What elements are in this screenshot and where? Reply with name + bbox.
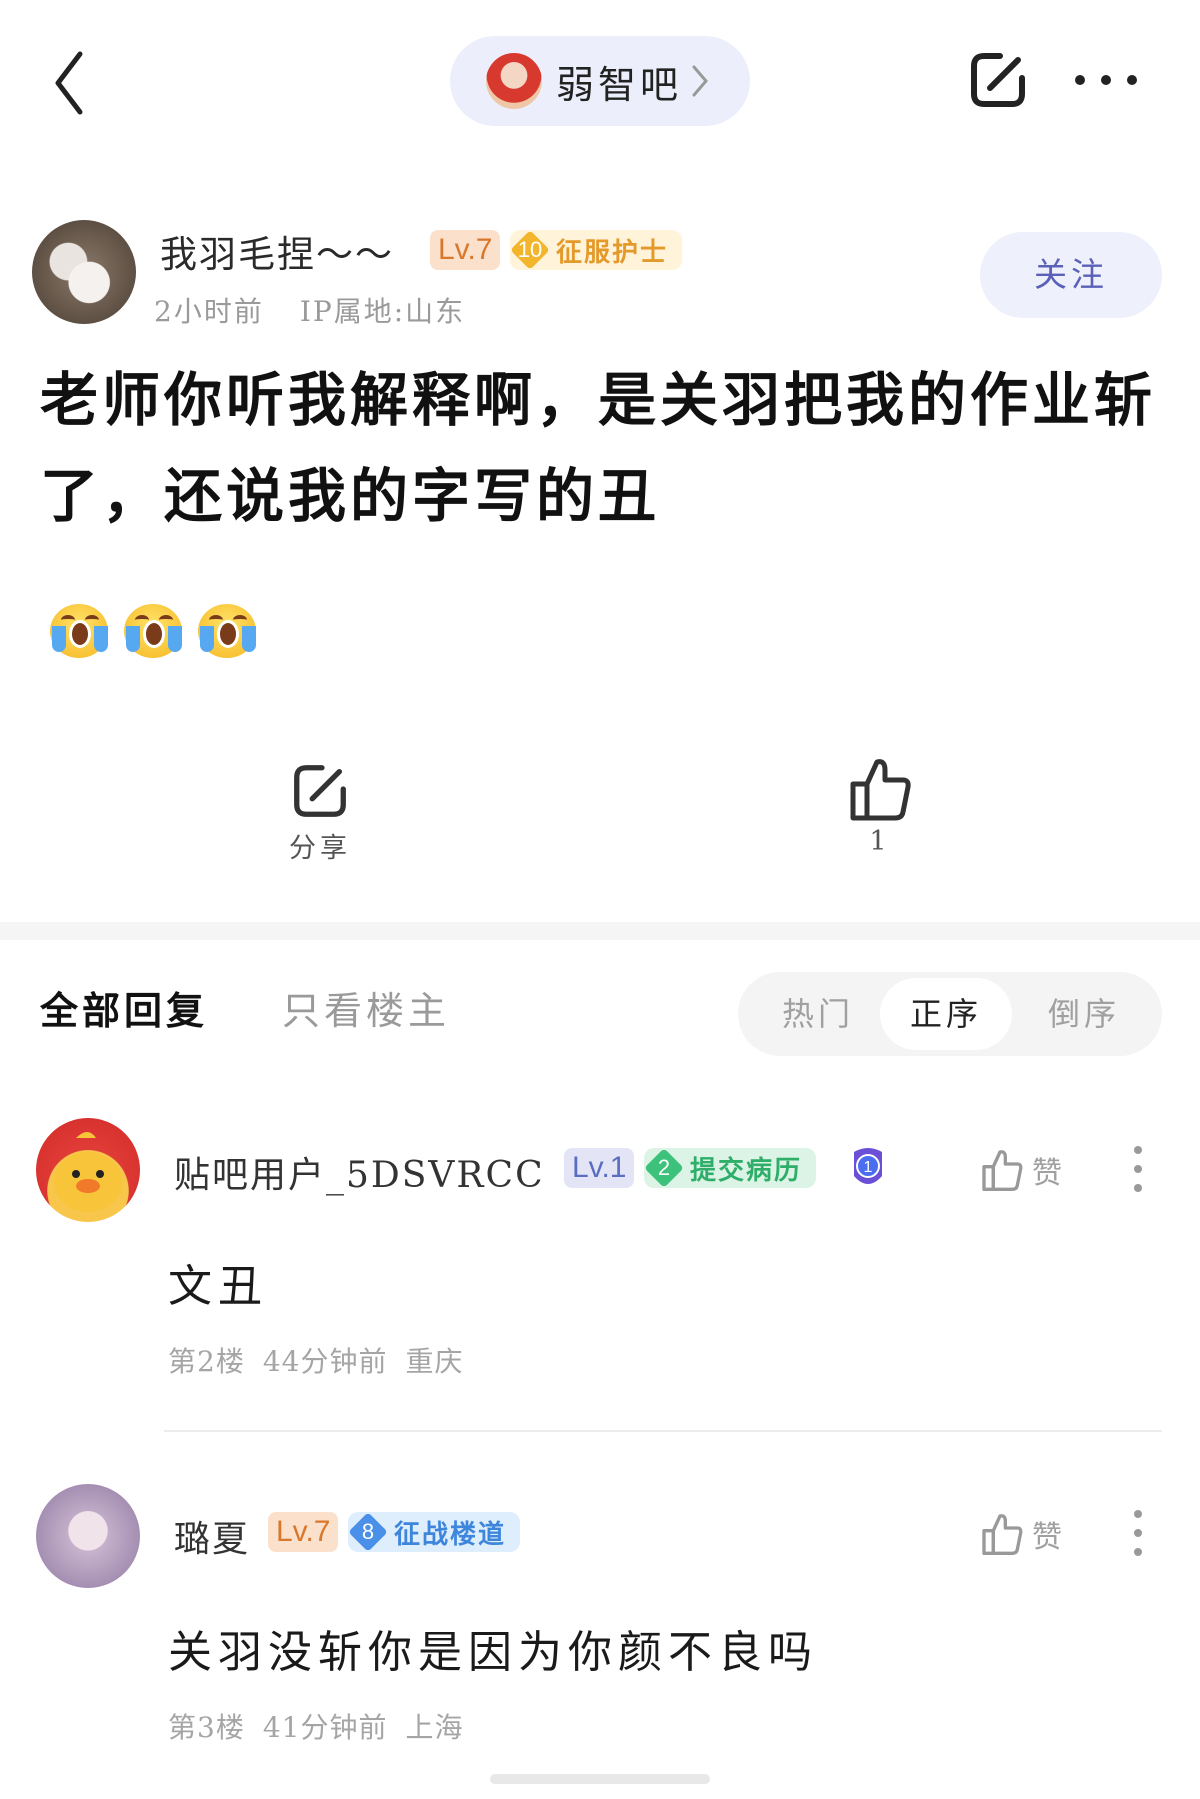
like-label: 赞 xyxy=(1032,1520,1062,1555)
reply-avatar[interactable] xyxy=(36,1118,140,1222)
reply-more-button[interactable] xyxy=(1128,1508,1148,1558)
crying-face-icon xyxy=(198,600,258,660)
author-name[interactable]: 我羽毛捏～～ xyxy=(160,224,394,278)
duck-avatar-icon xyxy=(54,1132,122,1212)
sort-hot[interactable]: 热门 xyxy=(758,972,878,1056)
thumbs-up-icon xyxy=(982,1150,1023,1191)
crying-face-icon xyxy=(124,600,184,660)
thumbs-up-icon xyxy=(850,759,911,821)
share-icon xyxy=(294,765,346,817)
like-button[interactable]: 1 xyxy=(820,756,940,876)
reply-like-button[interactable]: 赞 xyxy=(980,1140,1090,1200)
share-button[interactable]: 分享 xyxy=(260,760,380,880)
reply-username[interactable]: 贴吧用户_5DSVRCC xyxy=(174,1146,545,1198)
sort-ascending[interactable]: 正序 xyxy=(880,978,1012,1050)
author-avatar[interactable] xyxy=(32,220,136,324)
honor-badge: 10 征服护士 xyxy=(510,230,683,270)
tab-op-only[interactable]: 只看楼主 xyxy=(282,980,450,1035)
reply-text: 关羽没斩你是因为你颜不良吗 xyxy=(168,1627,818,1678)
reply-text: 文丑 xyxy=(168,1261,268,1312)
badge-title: 征服护士 xyxy=(556,237,669,268)
emoji-row xyxy=(50,600,258,660)
chevron-right-icon xyxy=(692,65,708,97)
thumbs-up-icon xyxy=(982,1514,1023,1555)
post-title: 老师你听我解释啊，是关羽把我的作业斩了，还说我的字写的丑 xyxy=(40,366,1157,530)
reply-username[interactable]: 璐夏 xyxy=(174,1510,250,1562)
reply-meta: 第3楼 41分钟前 上海 xyxy=(168,1706,463,1746)
level-badge: Lv.7 xyxy=(430,230,501,270)
tab-all-replies[interactable]: 全部回复 xyxy=(40,980,208,1035)
forum-avatar xyxy=(486,53,542,109)
level-badge: Lv.1 xyxy=(564,1148,635,1188)
badge-title: 征战楼道 xyxy=(394,1519,507,1550)
svg-text:1: 1 xyxy=(864,1159,873,1176)
more-horizontal-icon xyxy=(1075,75,1137,85)
share-icon-button[interactable] xyxy=(966,48,1030,112)
badge-title: 提交病历 xyxy=(690,1155,803,1186)
section-divider xyxy=(0,922,1200,940)
badge-diamond-icon: 2 xyxy=(644,1148,684,1188)
more-vertical-icon xyxy=(1134,1146,1142,1192)
forum-link[interactable]: 弱智吧 xyxy=(450,36,750,126)
reply-divider xyxy=(164,1430,1162,1432)
post-meta: 2小时前 IP属地:山东 xyxy=(154,290,465,330)
honor-badge: 2 提交病历 xyxy=(644,1148,817,1188)
sort-toggle: 热门 正序 倒序 xyxy=(738,972,1162,1056)
reply-location: 上海 xyxy=(405,1711,464,1744)
home-indicator xyxy=(490,1774,710,1784)
follow-button[interactable]: 关注 xyxy=(980,232,1162,318)
honor-badge: 8 征战楼道 xyxy=(348,1512,521,1552)
more-vertical-icon xyxy=(1134,1510,1142,1556)
reply-time: 41分钟前 xyxy=(262,1711,388,1744)
post-time: 2小时前 xyxy=(154,295,264,328)
medal-icon: 1 xyxy=(848,1146,888,1192)
reply-time: 44分钟前 xyxy=(262,1345,388,1378)
more-options-button[interactable] xyxy=(1072,60,1140,100)
chevron-left-icon xyxy=(55,51,83,115)
back-button[interactable] xyxy=(50,48,90,118)
share-label: 分享 xyxy=(289,833,351,864)
share-icon xyxy=(971,53,1025,107)
badge-diamond-icon: 10 xyxy=(510,230,550,270)
like-label: 赞 xyxy=(1032,1156,1062,1191)
crying-face-icon xyxy=(50,600,110,660)
floor-number: 第2楼 xyxy=(168,1345,245,1378)
floor-number: 第3楼 xyxy=(168,1711,245,1744)
level-badge: Lv.7 xyxy=(268,1512,339,1552)
ip-location: IP属地:山东 xyxy=(299,295,466,328)
reply-avatar[interactable] xyxy=(36,1484,140,1588)
reply-meta: 第2楼 44分钟前 重庆 xyxy=(168,1340,463,1380)
reply-location: 重庆 xyxy=(405,1345,464,1378)
forum-name: 弱智吧 xyxy=(556,62,683,107)
reply-like-button[interactable]: 赞 xyxy=(980,1504,1090,1564)
badge-diamond-icon: 8 xyxy=(348,1512,388,1552)
reply-more-button[interactable] xyxy=(1128,1144,1148,1194)
like-count: 1 xyxy=(869,826,891,857)
sort-descending[interactable]: 倒序 xyxy=(1024,972,1144,1056)
